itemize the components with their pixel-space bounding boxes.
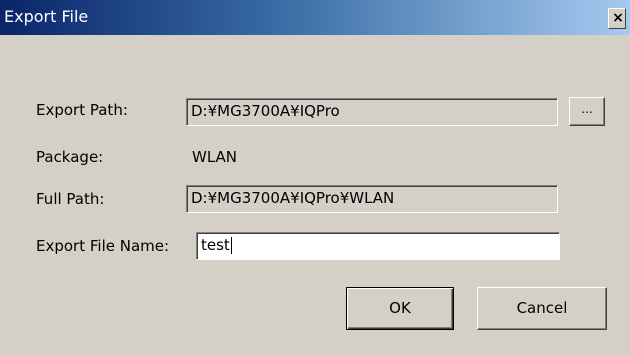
export-path-value: D:¥MG3700A¥IQPro bbox=[191, 102, 340, 120]
export-file-name-value: test bbox=[201, 236, 230, 254]
browse-button[interactable]: ... bbox=[569, 97, 605, 126]
full-path-field: D:¥MG3700A¥IQPro¥WLAN bbox=[186, 185, 558, 213]
export-file-name-input[interactable]: test bbox=[196, 232, 560, 260]
package-value: WLAN bbox=[192, 148, 238, 166]
export-path-field[interactable]: D:¥MG3700A¥IQPro bbox=[186, 98, 558, 126]
full-path-value: D:¥MG3700A¥IQPro¥WLAN bbox=[191, 189, 395, 207]
package-label: Package: bbox=[36, 148, 104, 166]
close-icon[interactable]: × bbox=[608, 8, 626, 29]
title-bar[interactable]: Export File × bbox=[0, 0, 630, 35]
export-file-dialog: Export File × Export Path: D:¥MG3700A¥IQ… bbox=[0, 0, 630, 356]
cancel-button[interactable]: Cancel bbox=[477, 287, 607, 330]
full-path-label: Full Path: bbox=[36, 190, 105, 208]
export-file-name-label: Export File Name: bbox=[36, 237, 170, 255]
text-caret bbox=[230, 237, 232, 254]
export-path-label: Export Path: bbox=[36, 101, 128, 119]
dialog-title: Export File bbox=[4, 7, 89, 26]
ok-button[interactable]: OK bbox=[346, 287, 454, 330]
